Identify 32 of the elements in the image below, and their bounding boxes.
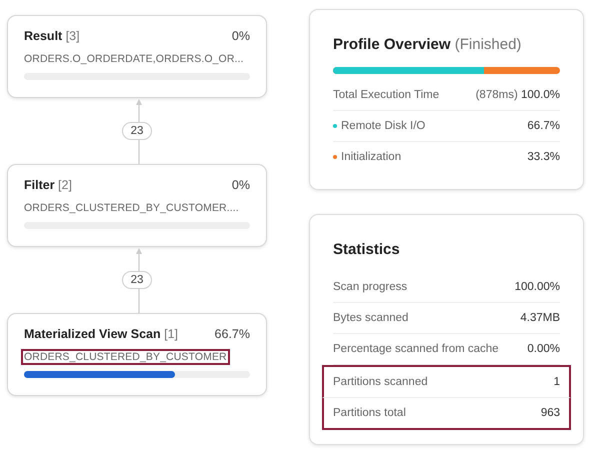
plan-node-card[interactable]: Filter [2] 0% ORDERS_CLUSTERED_BY_CUSTOMER.... [7,164,267,247]
stat-value: 963 [540,407,560,419]
node-title: Result [3] [24,29,80,43]
node-detail: ORDERS_CLUSTERED_BY_CUSTOMER.... [23,201,240,216]
row-count-badge: 23 [122,271,152,289]
card-title: Statistics [333,241,401,258]
stat-label: Bytes scanned [333,312,408,324]
stat-label: Total Execution Time [333,89,440,101]
stat-label: Scan progress [333,281,408,293]
stat-label: Percentage scanned from cache [333,343,499,355]
stat-value: 100.00% [514,281,560,293]
stat-label: Initialization [341,151,402,163]
stat-label: Partitions total [333,407,406,419]
node-title: Materialized View Scan [1] [24,327,178,341]
stat-value: 66.7% [527,120,560,132]
plan-node-card[interactable]: Materialized View Scan [1] 66.7% ORDERS_CLUSTERED_BY_CUSTOMER [7,313,267,396]
node-percent: 0% [232,178,250,192]
plan-node-card[interactable]: Result [3] 0% ORDERS.O_ORDERDATE,ORDERS.O_OR... [7,15,267,98]
node-detail: ORDERS_CLUSTERED_BY_CUSTOMER [21,349,230,365]
stat-value: (878ms) 100.0% [476,89,560,101]
node-title: Filter [2] [24,178,72,192]
node-percent: 0% [232,29,250,43]
row-count-badge: 23 [122,122,152,140]
stat-value: 4.37MB [520,312,560,324]
node-detail: ORDERS.O_ORDERDATE,ORDERS.O_OR... [23,52,245,67]
stat-value: 0.00% [527,343,560,355]
stat-label: Partitions scanned [333,376,428,388]
stat-value: 1 [554,376,560,388]
node-percent: 66.7% [214,327,250,341]
stat-value: 33.3% [527,151,560,163]
stat-label: Remote Disk I/O [341,120,426,132]
card-title: Profile Overview (Finished) [333,36,522,53]
